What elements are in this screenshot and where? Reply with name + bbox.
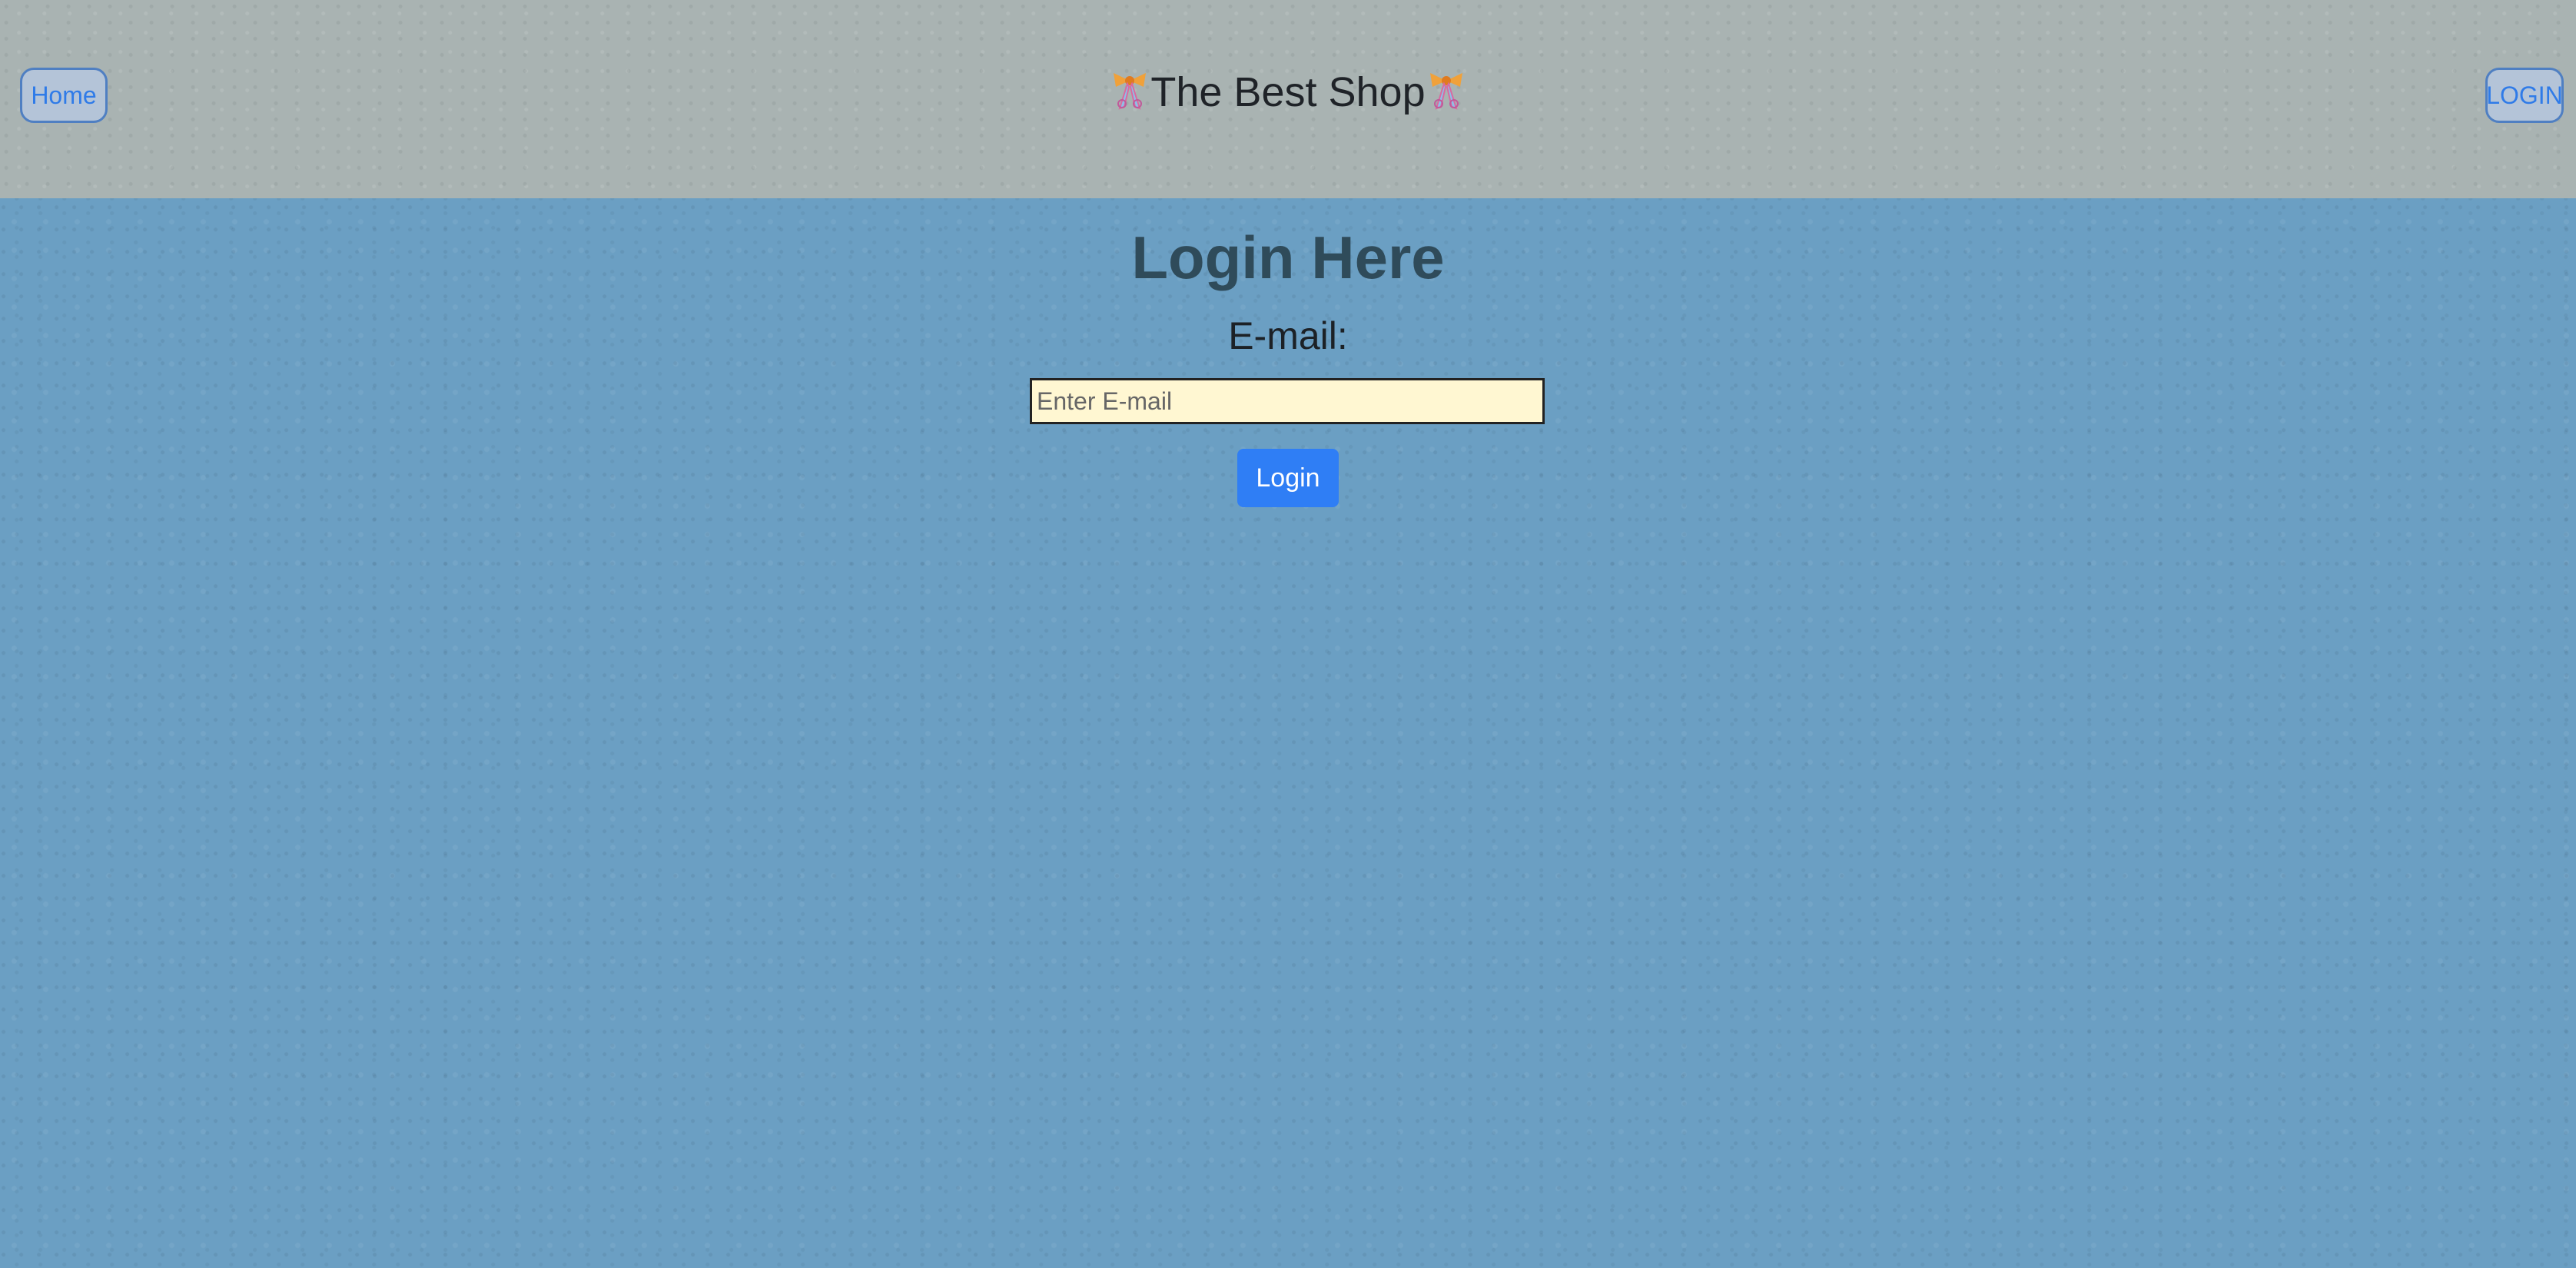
- email-field[interactable]: [1030, 378, 1545, 424]
- brand-title: The Best Shop: [1150, 69, 1426, 115]
- ribbon-bow-icon: [1426, 70, 1467, 115]
- top-navbar: Home The Best Shop LOGIN: [0, 0, 2576, 198]
- page-title: Login Here: [1131, 224, 1445, 291]
- ribbon-bow-icon: [1109, 70, 1150, 115]
- login-nav-button[interactable]: LOGIN: [2485, 68, 2564, 123]
- email-label: E-mail:: [1228, 314, 1348, 357]
- login-submit-button[interactable]: Login: [1237, 449, 1339, 507]
- brand-title-container: The Best Shop: [0, 65, 2576, 120]
